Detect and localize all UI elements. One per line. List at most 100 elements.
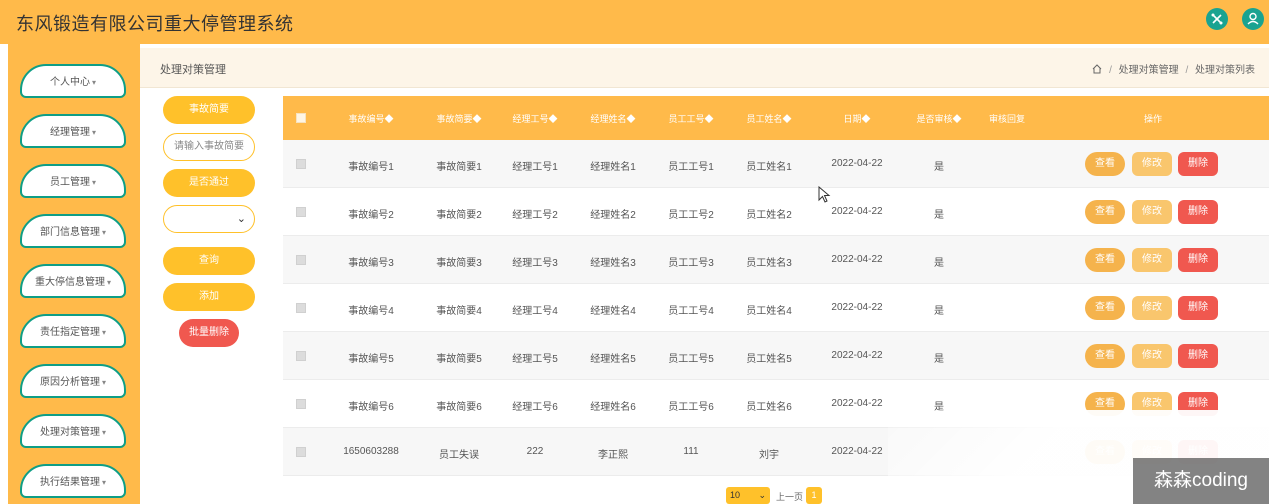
view-button[interactable]: 查看 [1085, 152, 1125, 176]
prev-page-button[interactable]: 上一页 [776, 490, 803, 503]
row-checkbox[interactable] [296, 207, 306, 217]
page-size-select[interactable]: 10 ⌄ [726, 487, 770, 504]
sidebar-item-departments[interactable]: 部门信息管理 ▾ [20, 214, 126, 248]
sidebar-item-execution-results[interactable]: 执行结果管理 ▾ [20, 464, 126, 498]
table-cell-emp-name: 员工姓名3 [746, 258, 792, 269]
view-button[interactable]: 查看 [1085, 296, 1125, 320]
table-cell-mgr-name: 经理姓名3 [590, 258, 636, 269]
breadcrumb-item-management[interactable]: 处理对策管理 [1119, 65, 1179, 76]
share-icon[interactable] [1206, 8, 1228, 30]
column-header[interactable]: 员工工号◆ [651, 112, 731, 125]
row-checkbox[interactable] [296, 159, 306, 169]
home-icon[interactable] [1092, 64, 1105, 76]
search-button[interactable]: 查询 [163, 247, 255, 275]
table-row: 事故编号3 事故简要3 经理工号3 经理姓名3 员工工号3 员工姓名3 2022-04-22… [283, 236, 1269, 284]
table-cell-mgr-id: 经理工号2 [512, 210, 558, 221]
chevron-down-icon: ▾ [101, 328, 106, 337]
table-cell-mgr-id: 经理工号1 [512, 162, 558, 173]
table-cell-mgr-id: 经理工号5 [512, 354, 558, 365]
delete-button[interactable]: 删除 [1178, 248, 1218, 272]
table-cell-no: 事故编号1 [348, 162, 394, 173]
view-button[interactable]: 查看 [1085, 344, 1125, 368]
edit-button[interactable]: 修改 [1132, 344, 1172, 368]
table-cell-mgr-id: 经理工号6 [512, 402, 558, 413]
table-cell-no: 事故编号4 [348, 306, 394, 317]
table-cell-summary: 员工失误 [439, 450, 479, 461]
delete-button[interactable]: 删除 [1178, 200, 1218, 224]
table-cell-mgr-name: 经理姓名4 [590, 306, 636, 317]
table-cell-emp-id: 员工工号4 [668, 306, 714, 317]
sidebar-item-countermeasures[interactable]: 处理对策管理 ▾ [20, 414, 126, 448]
page-title: 处理对策管理 [160, 64, 226, 76]
table-cell-mgr-name: 经理姓名5 [590, 354, 636, 365]
accident-summary-input[interactable]: 请输入事故简要 [163, 133, 255, 161]
table-cell-summary: 事故简要1 [436, 162, 482, 173]
breadcrumb-item-list: 处理对策列表 [1195, 65, 1255, 76]
row-checkbox[interactable] [296, 399, 306, 409]
table-cell-mgr-name: 李正熙 [598, 450, 628, 461]
table-cell-emp-name: 员工姓名4 [746, 306, 792, 317]
table-cell-mgr-id: 222 [526, 446, 544, 457]
breadcrumb-bar: 处理对策管理 / 处理对策管理 / 处理对策列表 [140, 48, 1269, 88]
table-cell-date: 2022-04-22 [831, 446, 883, 457]
table-cell-mgr-name: 经理姓名6 [590, 402, 636, 413]
table-cell-no: 1650603288 [343, 446, 399, 457]
column-header[interactable]: 员工姓名◆ [729, 112, 809, 125]
view-button[interactable]: 查看 [1085, 248, 1125, 272]
delete-button[interactable]: 删除 [1178, 152, 1218, 176]
approved-select[interactable]: ⌄ [163, 205, 255, 233]
sidebar-item-personal-center[interactable]: 个人中心 ▾ [20, 64, 126, 98]
edit-button[interactable]: 修改 [1132, 248, 1172, 272]
table-cell-emp-id: 员工工号1 [668, 162, 714, 173]
delete-button[interactable]: 删除 [1178, 344, 1218, 368]
column-header[interactable]: 经理姓名◆ [573, 112, 653, 125]
row-checkbox[interactable] [296, 447, 306, 457]
table-cell-mgr-name: 经理姓名1 [590, 162, 636, 173]
chevron-down-icon: ▾ [101, 228, 106, 237]
batch-delete-button[interactable]: 批量删除 [179, 319, 239, 347]
app-title: 东风锻造有限公司重大停管理系统 [16, 14, 294, 34]
chevron-down-icon: ▾ [106, 278, 111, 287]
sidebar-item-major-stoppage[interactable]: 重大停信息管理 ▾ [20, 264, 126, 298]
select-all-checkbox[interactable] [296, 113, 306, 123]
table-cell-summary: 事故简要2 [436, 210, 482, 221]
view-button[interactable]: 查看 [1085, 200, 1125, 224]
user-icon[interactable] [1242, 8, 1264, 30]
table-cell-mgr-id: 经理工号4 [512, 306, 558, 317]
table-cell-audited: 是 [934, 258, 944, 269]
table-cell-mgr-id: 经理工号3 [512, 258, 558, 269]
table-cell-no: 事故编号3 [348, 258, 394, 269]
column-header: 审核回复 [988, 114, 1025, 124]
column-header[interactable]: 经理工号◆ [495, 112, 575, 125]
column-header[interactable]: 日期◆ [817, 112, 897, 125]
table-cell-emp-id: 员工工号5 [668, 354, 714, 365]
sidebar-item-responsibility[interactable]: 责任指定管理 ▾ [20, 314, 126, 348]
mouse-cursor-icon [818, 186, 831, 203]
table-cell-audited: 是 [934, 306, 944, 317]
chevron-down-icon: ▾ [91, 128, 96, 137]
accident-summary-label: 事故简要 [163, 96, 255, 124]
table-cell-date: 2022-04-22 [831, 302, 883, 313]
sidebar-item-employees[interactable]: 员工管理 ▾ [20, 164, 126, 198]
table-cell-emp-name: 员工姓名2 [746, 210, 792, 221]
chevron-down-icon: ▾ [101, 478, 106, 487]
current-page-button[interactable]: 1 [806, 487, 822, 504]
table-cell-emp-id: 员工工号6 [668, 402, 714, 413]
table-cell-summary: 事故简要6 [436, 402, 482, 413]
row-checkbox[interactable] [296, 255, 306, 265]
delete-button[interactable]: 删除 [1178, 296, 1218, 320]
row-checkbox[interactable] [296, 351, 306, 361]
edit-button[interactable]: 修改 [1132, 152, 1172, 176]
sidebar-item-managers[interactable]: 经理管理 ▾ [20, 114, 126, 148]
sidebar-item-cause-analysis[interactable]: 原因分析管理 ▾ [20, 364, 126, 398]
row-checkbox[interactable] [296, 303, 306, 313]
add-button[interactable]: 添加 [163, 283, 255, 311]
column-header[interactable]: 事故编号◆ [331, 112, 411, 125]
table-cell-date: 2022-04-22 [831, 398, 883, 409]
table-cell-emp-id: 员工工号3 [668, 258, 714, 269]
table-header: 事故编号◆ 事故简要◆ 经理工号◆ 经理姓名◆ 员工工号◆ 员工姓名◆ 日期◆ … [283, 96, 1269, 140]
column-header[interactable]: 事故简要◆ [419, 112, 499, 125]
edit-button[interactable]: 修改 [1132, 200, 1172, 224]
edit-button[interactable]: 修改 [1132, 296, 1172, 320]
table-cell-emp-id: 员工工号2 [668, 210, 714, 221]
